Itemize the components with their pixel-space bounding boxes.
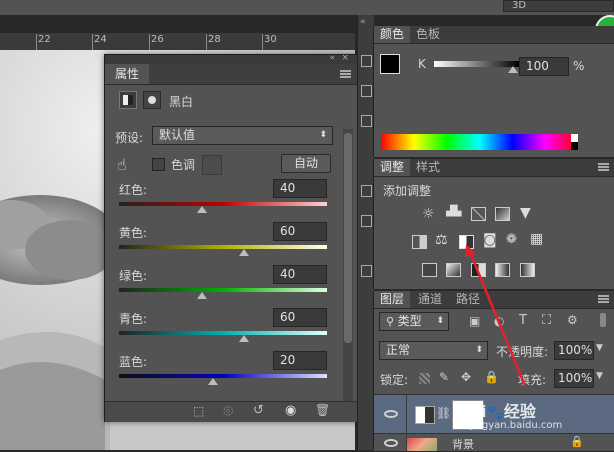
paw-icon: 🐾: [486, 405, 504, 421]
annotation-arrow: [465, 244, 527, 387]
watermark-brand: Bai: [458, 402, 487, 421]
watermark-logo: Bai🐾经验: [458, 398, 536, 422]
watermark-url: jingyan.baidu.com: [470, 420, 563, 431]
watermark-text: 经验: [503, 402, 536, 421]
